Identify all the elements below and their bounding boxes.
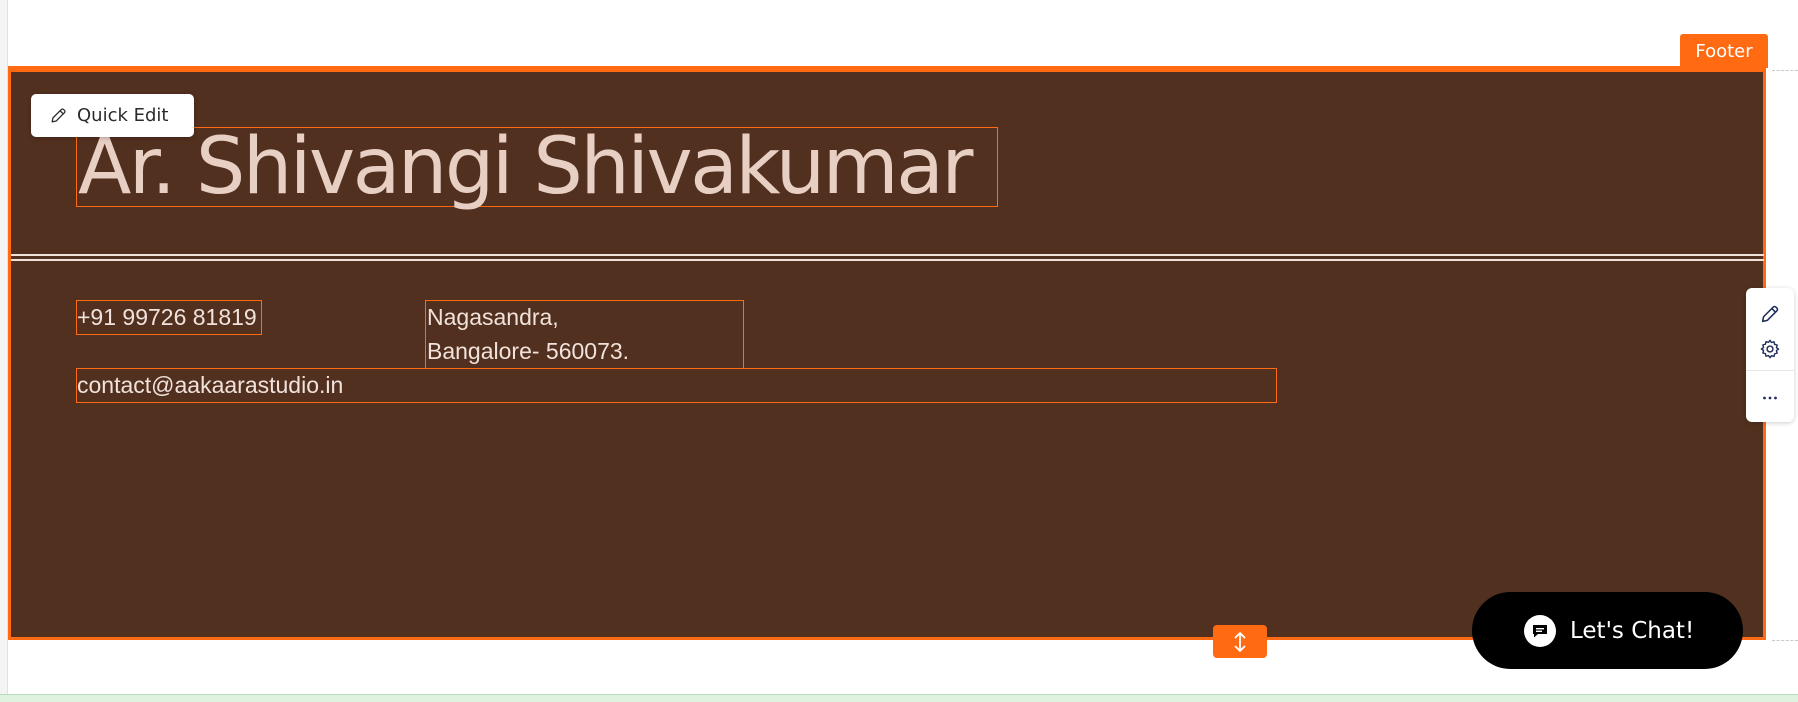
email-address[interactable]: contact@aakaarastudio.in: [77, 368, 343, 402]
footer-section-tag[interactable]: Footer: [1680, 34, 1768, 68]
canvas-left-edge: [0, 0, 8, 702]
pencil-icon: [1761, 305, 1779, 323]
vertical-resize-icon: [1234, 631, 1246, 652]
edit-action-button[interactable]: [1746, 296, 1794, 332]
gear-icon: [1760, 339, 1780, 359]
lets-chat-button[interactable]: Let's Chat!: [1472, 592, 1743, 669]
panel-separator: [1746, 370, 1794, 371]
pencil-icon: [51, 108, 66, 123]
chat-bubble-icon: [1524, 614, 1556, 647]
section-resize-handle[interactable]: [1213, 625, 1267, 658]
footer-divider-top: [11, 254, 1764, 256]
footer-divider-bottom: [11, 259, 1764, 261]
phone-number[interactable]: +91 99726 81819: [77, 300, 257, 334]
browser-bottom-bar: [0, 694, 1798, 702]
more-actions-button[interactable]: [1746, 380, 1794, 416]
settings-action-button[interactable]: [1746, 331, 1794, 367]
editor-canvas: Footer Ar. Shivangi Shivakumar Quick Edi…: [0, 0, 1798, 702]
address-line-1[interactable]: Nagasandra,: [427, 300, 559, 334]
page-title[interactable]: Ar. Shivangi Shivakumar: [76, 127, 998, 207]
address-line-2[interactable]: Bangalore- 560073.: [427, 334, 629, 368]
quick-edit-label: Quick Edit: [77, 105, 169, 126]
element-actions-panel: [1746, 288, 1794, 422]
lets-chat-label: Let's Chat!: [1570, 617, 1695, 644]
quick-edit-button[interactable]: Quick Edit: [31, 94, 194, 137]
section-guide-line: [1772, 70, 1798, 71]
more-icon: [1763, 396, 1777, 400]
section-guide-line: [1772, 640, 1798, 641]
